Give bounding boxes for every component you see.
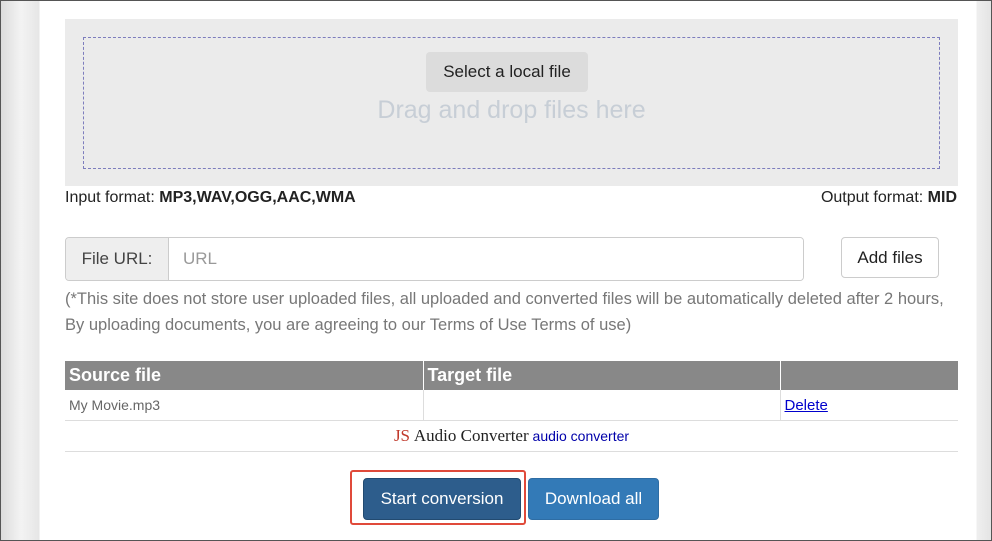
file-url-label: File URL: [66, 238, 169, 280]
column-header-action [780, 361, 958, 390]
table-header-row: Source file Target file [65, 361, 958, 390]
action-cell: Delete [780, 390, 958, 421]
start-conversion-button[interactable]: Start conversion [363, 478, 521, 520]
upload-drop-zone[interactable]: Select a local file Drag and drop files … [65, 19, 958, 186]
drop-hint-text: Drag and drop files here [377, 96, 646, 124]
file-url-input[interactable] [169, 238, 803, 280]
brand-link[interactable]: audio converter [533, 428, 630, 444]
delete-link[interactable]: Delete [785, 397, 828, 414]
target-file-cell [423, 390, 781, 421]
input-format-value: MP3,WAV,OGG,AAC,WMA [159, 189, 356, 206]
input-format: Input format: MP3,WAV,OGG,AAC,WMA [65, 189, 356, 207]
download-all-button[interactable]: Download all [528, 478, 659, 520]
brand-cell: JS Audio Converter audio converter [65, 420, 958, 452]
brand-logo-js: JS [393, 426, 411, 445]
brand-logo-name: Audio Converter [413, 426, 529, 445]
table-row: My Movie.mp3 Delete [65, 390, 958, 421]
file-url-group: File URL: [65, 237, 804, 281]
drop-area[interactable]: Select a local file Drag and drop files … [83, 37, 940, 169]
select-local-file-button[interactable]: Select a local file [426, 52, 588, 92]
source-file-cell: My Movie.mp3 [65, 390, 424, 421]
column-header-target: Target file [423, 361, 781, 390]
table-footer-row: JS Audio Converter audio converter [65, 420, 958, 452]
output-format-label: Output format: [820, 189, 924, 206]
output-format: Output format: MID [821, 189, 957, 207]
input-format-label: Input format: [65, 189, 155, 206]
column-header-source: Source file [65, 361, 424, 390]
output-format-value: MID [927, 189, 957, 206]
page-frame: Select a local file Drag and drop files … [0, 0, 992, 541]
privacy-notice: (*This site does not store user uploaded… [65, 290, 944, 334]
file-table: Source file Target file My Movie.mp3 Del… [65, 361, 958, 452]
add-files-button[interactable]: Add files [841, 237, 939, 278]
